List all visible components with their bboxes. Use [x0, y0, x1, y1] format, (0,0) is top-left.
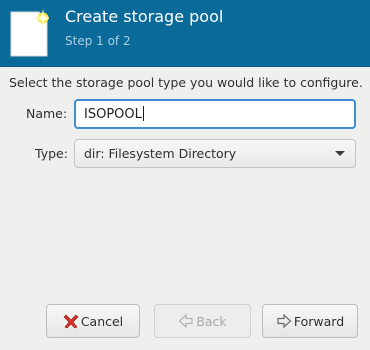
forward-arrow-icon [277, 313, 292, 329]
chevron-down-icon [335, 151, 345, 156]
cancel-button-label: Cancel [80, 313, 124, 329]
type-dropdown[interactable]: dir: Filesystem Directory [74, 139, 356, 168]
type-dropdown-value: dir: Filesystem Directory [84, 146, 237, 161]
cancel-x-icon [63, 314, 79, 329]
step-indicator: Step 1 of 2 [65, 34, 131, 48]
instruction-text: Select the storage pool type you would l… [9, 75, 363, 90]
name-label: Name: [26, 106, 68, 121]
name-input[interactable]: ISOPOOL [74, 99, 356, 129]
cancel-button[interactable]: Cancel [46, 304, 140, 338]
back-button[interactable]: Back [154, 304, 251, 338]
forward-button[interactable]: Forward [262, 304, 358, 338]
name-input-value: ISOPOOL [84, 106, 144, 122]
forward-button-label: Forward [293, 313, 345, 329]
dialog-header: Create storage pool Step 1 of 2 [0, 0, 370, 67]
type-label: Type: [35, 146, 68, 161]
text-caret [142, 106, 144, 121]
new-document-icon [10, 9, 49, 57]
back-button-label: Back [196, 313, 227, 329]
back-arrow-icon [178, 313, 193, 329]
dialog-title: Create storage pool [65, 7, 224, 26]
